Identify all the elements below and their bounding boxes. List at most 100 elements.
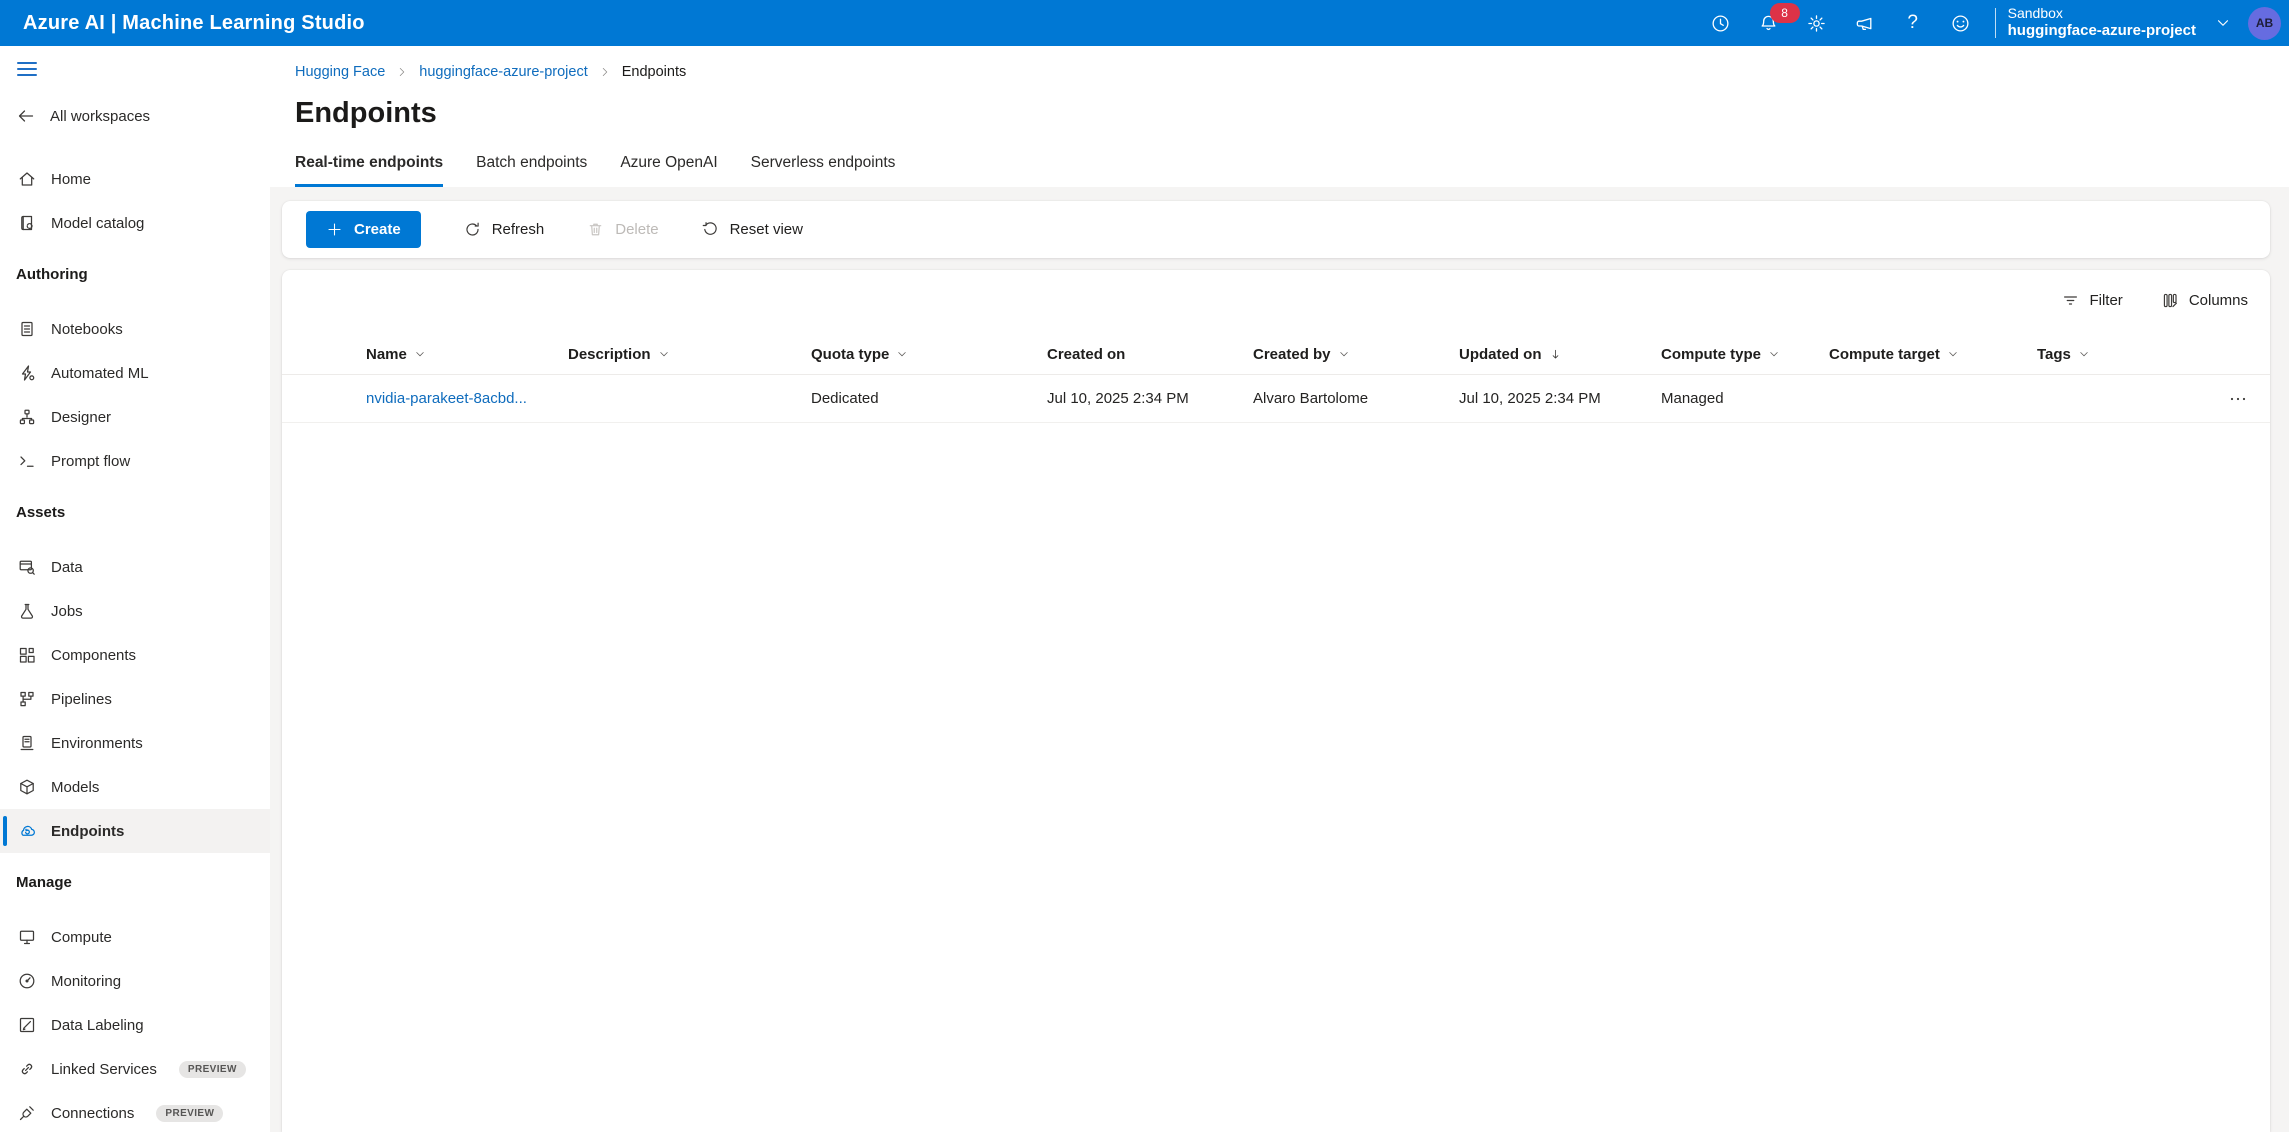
- top-bar-actions: 8 ? Sandbox huggingface-azure-project: [1697, 0, 2289, 46]
- tab-batch-endpoints[interactable]: Batch endpoints: [476, 154, 587, 187]
- chevron-down-icon: [2214, 14, 2232, 32]
- sidebar-item-jobs[interactable]: Jobs: [0, 589, 270, 633]
- create-button-label: Create: [354, 221, 401, 238]
- column-header-created-by[interactable]: Created by: [1253, 346, 1459, 363]
- sidebar-item-pipelines[interactable]: Pipelines: [0, 677, 270, 721]
- tab-serverless-endpoints[interactable]: Serverless endpoints: [751, 154, 896, 187]
- refresh-button[interactable]: Refresh: [463, 220, 545, 239]
- sidebar-item-data-labeling[interactable]: Data Labeling: [0, 1003, 270, 1047]
- smiley-icon: [1950, 13, 1971, 34]
- chevron-down-icon: [1768, 348, 1780, 360]
- sidebar-item-label: Data Labeling: [51, 1017, 144, 1034]
- refresh-icon: [463, 220, 482, 239]
- breadcrumb-project[interactable]: huggingface-azure-project: [419, 64, 587, 80]
- compute-monitor-icon: [17, 927, 37, 947]
- toolbar: Create Refresh Delete Reset view: [282, 201, 2270, 258]
- chevron-down-icon: [896, 348, 908, 360]
- prompt-flow-icon: [17, 451, 37, 471]
- columns-button-label: Columns: [2189, 292, 2248, 309]
- section-title-authoring: Authoring: [0, 252, 270, 296]
- sidebar-item-designer[interactable]: Designer: [0, 395, 270, 439]
- announcements-button[interactable]: [1841, 0, 1889, 46]
- sidebar-item-label: Model catalog: [51, 215, 144, 232]
- cell-quota-type: Dedicated: [811, 390, 1047, 407]
- sidebar-item-label: Jobs: [51, 603, 83, 620]
- create-button[interactable]: Create: [306, 211, 421, 248]
- all-workspaces-label: All workspaces: [50, 108, 150, 125]
- table-header-row: Name Description Quota type Created on C…: [282, 334, 2270, 375]
- reset-view-button-label: Reset view: [730, 221, 803, 238]
- sidebar-item-label: Connections: [51, 1105, 134, 1122]
- selected-indicator: [3, 816, 7, 846]
- sidebar-item-connections[interactable]: Connections PREVIEW: [0, 1091, 270, 1132]
- workspace-dropdown-button[interactable]: [2214, 14, 2232, 32]
- sidebar-item-monitoring[interactable]: Monitoring: [0, 959, 270, 1003]
- tab-azure-openai[interactable]: Azure OpenAI: [620, 154, 717, 187]
- sidebar-item-compute[interactable]: Compute: [0, 915, 270, 959]
- filter-button[interactable]: Filter: [2061, 291, 2122, 310]
- table-row[interactable]: nvidia-parakeet-8acbd... Dedicated Jul 1…: [282, 375, 2270, 423]
- sidebar-item-label: Models: [51, 779, 99, 796]
- main-content: Hugging Face huggingface-azure-project E…: [270, 46, 2289, 1132]
- sidebar-item-label: Endpoints: [51, 823, 124, 840]
- sidebar-item-components[interactable]: Components: [0, 633, 270, 677]
- sidebar-item-data[interactable]: Data: [0, 545, 270, 589]
- sidebar-item-label: Prompt flow: [51, 453, 130, 470]
- refresh-button-label: Refresh: [492, 221, 545, 238]
- data-icon: [17, 557, 37, 577]
- sidebar-item-prompt-flow[interactable]: Prompt flow: [0, 439, 270, 483]
- notebooks-icon: [17, 319, 37, 339]
- sidebar: All workspaces Home Model catalog Author…: [0, 46, 271, 1132]
- tab-real-time-endpoints[interactable]: Real-time endpoints: [295, 154, 443, 187]
- settings-button[interactable]: [1793, 0, 1841, 46]
- sidebar-item-models[interactable]: Models: [0, 765, 270, 809]
- sidebar-item-home[interactable]: Home: [0, 157, 270, 201]
- workspace-kind: Sandbox: [2008, 5, 2196, 23]
- endpoint-name-link[interactable]: nvidia-parakeet-8acbd...: [366, 390, 568, 407]
- sidebar-item-environments[interactable]: Environments: [0, 721, 270, 765]
- history-button[interactable]: [1697, 0, 1745, 46]
- column-header-description[interactable]: Description: [568, 346, 811, 363]
- sidebar-item-model-catalog[interactable]: Model catalog: [0, 201, 270, 245]
- column-header-quota-type[interactable]: Quota type: [811, 346, 1047, 363]
- sort-descending-icon: [1549, 348, 1562, 361]
- filter-button-label: Filter: [2089, 292, 2122, 309]
- breadcrumb-hugging-face[interactable]: Hugging Face: [295, 64, 385, 80]
- sidebar-item-endpoints[interactable]: Endpoints: [0, 809, 270, 853]
- column-header-created-on[interactable]: Created on: [1047, 346, 1253, 363]
- help-button[interactable]: ?: [1889, 0, 1937, 46]
- plus-icon: [326, 221, 343, 238]
- app-title: Azure AI | Machine Learning Studio: [0, 12, 365, 35]
- endpoints-cloud-icon: [17, 821, 37, 841]
- columns-button[interactable]: Columns: [2161, 291, 2248, 310]
- breadcrumb-chevron-icon: [396, 66, 408, 78]
- sidebar-item-automated-ml[interactable]: Automated ML: [0, 351, 270, 395]
- all-workspaces-link[interactable]: All workspaces: [0, 94, 270, 138]
- reset-view-icon: [701, 220, 720, 239]
- sidebar-item-label: Designer: [51, 409, 111, 426]
- sidebar-item-linked-services[interactable]: Linked Services PREVIEW: [0, 1047, 270, 1091]
- column-header-compute-type[interactable]: Compute type: [1661, 346, 1829, 363]
- reset-view-button[interactable]: Reset view: [701, 220, 803, 239]
- automated-ml-icon: [17, 363, 37, 383]
- sidebar-item-label: Pipelines: [51, 691, 112, 708]
- workspace-switcher[interactable]: Sandbox huggingface-azure-project: [2008, 5, 2196, 41]
- delete-button[interactable]: Delete: [586, 220, 658, 239]
- notifications-button[interactable]: 8: [1745, 0, 1793, 46]
- avatar[interactable]: AB: [2248, 7, 2281, 40]
- column-header-name[interactable]: Name: [366, 346, 568, 363]
- endpoint-tabs: Real-time endpoints Batch endpoints Azur…: [295, 154, 2289, 187]
- column-header-tags[interactable]: Tags: [2037, 346, 2187, 363]
- feedback-button[interactable]: [1937, 0, 1985, 46]
- sidebar-item-label: Data: [51, 559, 83, 576]
- collapse-sidebar-button[interactable]: [16, 60, 270, 94]
- chevron-down-icon: [1947, 348, 1959, 360]
- sidebar-item-label: Monitoring: [51, 973, 121, 990]
- column-header-compute-target[interactable]: Compute target: [1829, 346, 2037, 363]
- sidebar-item-label: Linked Services: [51, 1061, 157, 1078]
- row-more-actions-button[interactable]: [2228, 389, 2248, 409]
- column-header-updated-on[interactable]: Updated on: [1459, 346, 1661, 363]
- page-title: Endpoints: [295, 97, 2289, 130]
- sidebar-item-notebooks[interactable]: Notebooks: [0, 307, 270, 351]
- models-cube-icon: [17, 777, 37, 797]
